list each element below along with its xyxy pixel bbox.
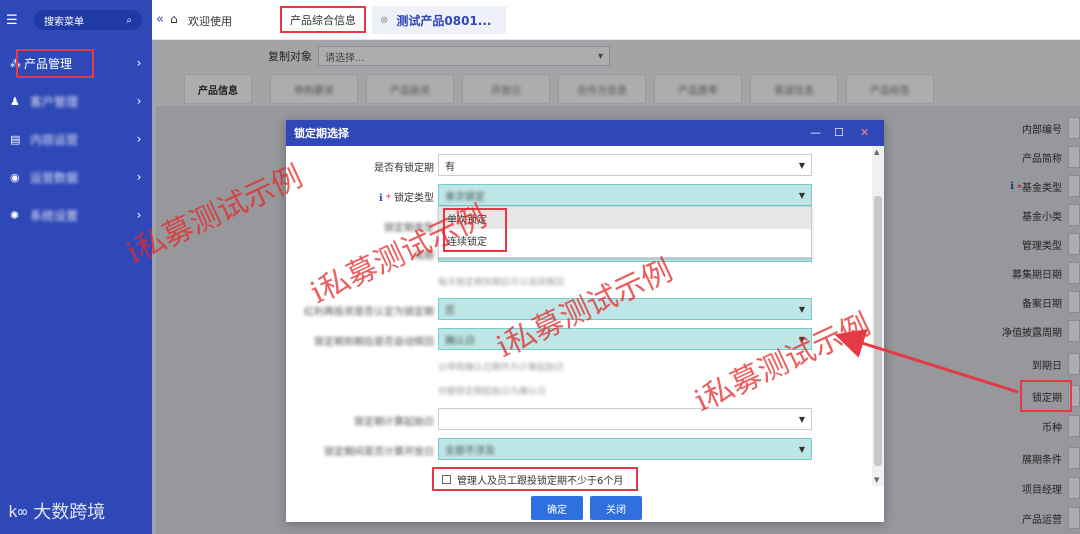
chevron-right-icon: › xyxy=(136,94,142,108)
checkbox[interactable] xyxy=(442,474,451,484)
sidebar-item-product-management[interactable]: ⁂ 产品管理 › xyxy=(0,44,152,82)
row-label: 锁定期到期后是否自动赎回 xyxy=(314,337,434,348)
caret-down-icon: ▼ xyxy=(798,304,805,314)
scrollbar-thumb[interactable] xyxy=(874,196,882,466)
sidebar-item-label: 系统设置 xyxy=(30,208,79,223)
sidebar-item-label: 运营数据 xyxy=(30,170,79,185)
blurred-select[interactable]: ▼ xyxy=(438,408,812,430)
select-value: 否 xyxy=(445,305,455,317)
blurred-select[interactable]: 确认日 ▼ xyxy=(438,328,812,350)
sidebar: ☰ 搜索菜单 ⌕ ⁂ 产品管理 › ♟ 客户管理 › ▤ 内容运营 › ◉ 运营… xyxy=(0,0,152,534)
row-blurred-4: 锁定期到期后是否自动赎回 确认日 ▼ xyxy=(286,328,872,350)
row-blurred-6: 锁定期间是否计算开放日 全部不涉及 ▼ xyxy=(286,438,872,460)
lock-period-dialog: 锁定期选择 — ☐ ✕ 是否有锁定期 有 ▼ ℹ * 锁定类型 单次锁定 ▼ 锁定… xyxy=(286,120,884,522)
close-icon[interactable]: ✕ xyxy=(860,126,869,139)
row-blurred-3: 红利再投资是否认定为锁定期 否 ▼ xyxy=(286,298,872,320)
field-note: 每次锁定期到期后可以选择赎回 xyxy=(438,278,565,288)
tab-bar: « ⌂ 欢迎使用 产品综合信息 ⊗ 测试产品0801... xyxy=(152,0,1080,40)
blurred-select[interactable]: 否 ▼ xyxy=(438,298,812,320)
row-blurred-5: 锁定期计算起始日 ▼ xyxy=(286,408,872,430)
menu-search[interactable]: 搜索菜单 ⌕ xyxy=(34,10,142,30)
caret-down-icon: ▼ xyxy=(798,444,805,454)
double-chevron-left-icon[interactable]: « xyxy=(156,12,164,27)
row-label: ℹ * 锁定类型 xyxy=(379,193,434,204)
lock-type-dropdown: 单次锁定 连续锁定 xyxy=(438,206,812,258)
caret-down-icon: ▼ xyxy=(798,160,805,170)
chevron-right-icon: › xyxy=(136,132,142,146)
sidebar-item-label: 内容运营 xyxy=(30,132,79,147)
row-label: 是否有锁定期 xyxy=(374,163,434,174)
row-label: 周期 xyxy=(414,251,434,262)
user-icon: ♟ xyxy=(10,94,20,108)
lock-type-select[interactable]: 单次锁定 ▼ xyxy=(438,184,812,206)
home-icon[interactable]: ⌂ xyxy=(170,12,178,26)
button-label: 确定 xyxy=(547,504,567,516)
minimize-icon[interactable]: — xyxy=(810,126,821,139)
caret-down-icon: ▼ xyxy=(798,414,805,424)
scroll-up-icon[interactable]: ▲ xyxy=(874,148,879,156)
brand-logo: k∞ 大数跨境 xyxy=(8,498,105,524)
caret-down-icon: ▼ xyxy=(798,334,805,344)
dialog-scrollbar[interactable]: ▲ ▼ xyxy=(872,146,884,486)
field-note: 以申购确认日期作为计算起始日 xyxy=(438,363,565,373)
info-icon: ℹ xyxy=(379,193,383,204)
document-icon: ▤ xyxy=(10,132,21,146)
select-value: 确认日 xyxy=(445,335,475,347)
field-note: 份额锁定期起始日为确认日 xyxy=(438,387,547,397)
row-label: 锁定期类型 xyxy=(384,223,434,234)
row-has-lock: 是否有锁定期 有 ▼ xyxy=(286,154,872,176)
button-label: 关闭 xyxy=(606,504,626,516)
dialog-header: 锁定期选择 — ☐ ✕ xyxy=(286,120,884,146)
dialog-body: 是否有锁定期 有 ▼ ℹ * 锁定类型 单次锁定 ▼ 锁定期类型 周期 每次锁定期… xyxy=(286,146,872,486)
option-highlight xyxy=(443,208,507,252)
tab-welcome[interactable]: 欢迎使用 xyxy=(188,13,232,29)
search-icon: ⌕ xyxy=(126,14,132,26)
caret-down-icon: ▼ xyxy=(798,190,805,200)
chevron-right-icon: › xyxy=(136,208,142,222)
dialog-title: 锁定期选择 xyxy=(294,127,349,140)
close-button[interactable]: 关闭 xyxy=(590,496,642,520)
tab-label: 测试产品0801... xyxy=(396,13,492,28)
sidebar-item-label: 客户管理 xyxy=(30,94,79,109)
chevron-right-icon: › xyxy=(136,170,142,184)
logo-icon: k∞ xyxy=(8,501,28,521)
has-lock-select[interactable]: 有 ▼ xyxy=(438,154,812,176)
select-value: 全部不涉及 xyxy=(445,445,495,457)
tab-test-product[interactable]: ⊗ 测试产品0801... xyxy=(372,6,506,34)
confirm-button[interactable]: 确定 xyxy=(531,496,583,520)
row-label: 锁定期间是否计算开放日 xyxy=(324,447,434,458)
sidebar-item-customer[interactable]: ♟ 客户管理 › xyxy=(0,82,152,120)
sidebar-item-settings[interactable]: ✺ 系统设置 › xyxy=(0,196,152,234)
scroll-down-icon[interactable]: ▼ xyxy=(874,476,879,484)
lock-period-highlight xyxy=(1020,380,1072,412)
chevron-right-icon: › xyxy=(136,56,142,70)
sidebar-item-data[interactable]: ◉ 运营数据 › xyxy=(0,158,152,196)
chart-icon: ◉ xyxy=(10,170,20,184)
gear-icon: ✺ xyxy=(10,208,20,222)
tab-product-info[interactable]: 产品综合信息 xyxy=(280,6,366,33)
select-value: 单次锁定 xyxy=(445,191,485,203)
close-icon[interactable]: ⊗ xyxy=(380,15,388,26)
sidebar-item-content[interactable]: ▤ 内容运营 › xyxy=(0,120,152,158)
row-lock-type: ℹ * 锁定类型 单次锁定 ▼ xyxy=(286,184,872,206)
row-label: 锁定期计算起始日 xyxy=(354,417,434,428)
sidebar-item-label: 产品管理 xyxy=(16,48,94,78)
maximize-icon[interactable]: ☐ xyxy=(834,126,844,139)
menu-search-label: 搜索菜单 xyxy=(44,16,84,28)
menu-toggle-icon[interactable]: ☰ xyxy=(6,13,20,28)
row-label-text: 锁定类型 xyxy=(394,193,434,204)
employee-lock-checkbox-row[interactable]: 管理人及员工跟投锁定期不少于6个月 xyxy=(432,467,638,491)
tab-label: 产品综合信息 xyxy=(290,13,356,27)
select-value: 有 xyxy=(445,161,455,173)
checkbox-label: 管理人及员工跟投锁定期不少于6个月 xyxy=(457,475,624,487)
row-label: 红利再投资是否认定为锁定期 xyxy=(304,307,434,318)
brand-name: 大数跨境 xyxy=(33,502,106,523)
blurred-select[interactable]: 全部不涉及 ▼ xyxy=(438,438,812,460)
